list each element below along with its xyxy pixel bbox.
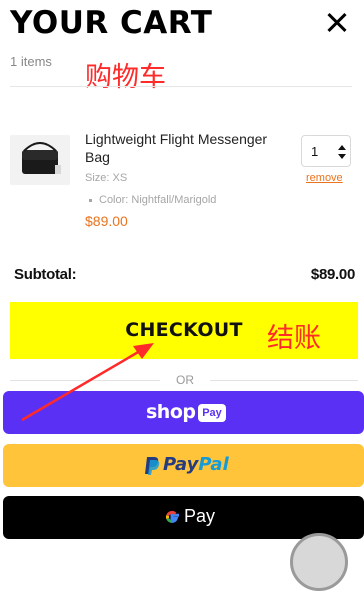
google-g-icon (165, 510, 179, 523)
or-divider-right (210, 380, 358, 381)
checkout-annotation: 结账 (267, 323, 321, 354)
product-color: Color: Nightfall/Marigold (89, 194, 216, 206)
quantity-stepper[interactable]: 1 (301, 135, 351, 167)
google-pay-wordmark: Pay (184, 506, 216, 526)
item-count: 1 items (10, 54, 52, 69)
paypal-button[interactable]: PayPal (3, 444, 364, 487)
or-divider-text: OR (176, 373, 194, 387)
quantity-value: 1 (311, 144, 319, 159)
subtotal-label: Subtotal: (14, 266, 77, 283)
bullet-icon (89, 198, 92, 202)
close-icon[interactable] (322, 8, 352, 38)
remove-link[interactable]: remove (306, 172, 343, 184)
subtotal-value: $89.00 (310, 266, 355, 283)
paypal-wordmark-part2: Pal (198, 454, 229, 475)
or-divider-left (10, 380, 160, 381)
product-size: Size: XS (85, 172, 128, 184)
shop-pay-button[interactable]: shop Pay (3, 391, 364, 434)
product-color-text: Color: Nightfall/Marigold (99, 194, 217, 206)
google-pay-button[interactable]: Pay (3, 496, 364, 539)
product-thumbnail[interactable] (10, 135, 70, 185)
header-divider (10, 86, 352, 87)
product-price: $89.00 (85, 213, 128, 229)
paypal-wordmark-part1: Pay (163, 454, 199, 475)
shop-pay-pill: Pay (198, 404, 226, 422)
product-name[interactable]: Lightweight Flight Messenger Bag (85, 130, 290, 166)
paypal-logo-icon (145, 457, 160, 475)
up-down-arrows-icon[interactable] (337, 144, 347, 160)
cart-annotation: 购物车 (85, 62, 166, 93)
chat-widget-icon[interactable] (290, 533, 348, 591)
cart-title: YOUR CART (10, 5, 213, 41)
paypal-wordmark: PayPal (163, 454, 229, 475)
shop-pay-wordmark: shop (146, 401, 196, 423)
